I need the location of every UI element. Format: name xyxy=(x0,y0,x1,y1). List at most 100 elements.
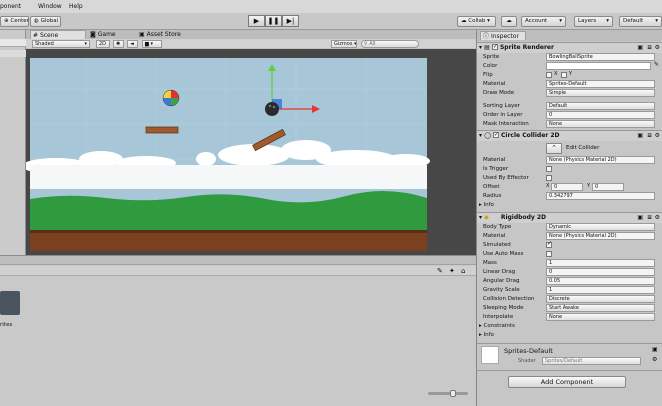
2d-mode-toggle[interactable]: 2D xyxy=(96,40,110,48)
step-button[interactable]: ▶| xyxy=(282,15,299,27)
mass-field[interactable]: 1 xyxy=(546,259,655,267)
collision-detection-dropdown[interactable]: Discrete xyxy=(546,295,655,303)
flip-x-label: X xyxy=(554,71,558,77)
tab-asset-store[interactable]: ▣ Asset Store xyxy=(137,30,197,39)
mask-interaction-dropdown[interactable]: None xyxy=(546,120,655,128)
material-field[interactable]: Sprites-Default xyxy=(546,80,655,88)
gear-icon[interactable]: ⚙ xyxy=(655,213,660,223)
pause-button[interactable]: ❚❚ xyxy=(265,15,282,27)
flip-y-checkbox[interactable] xyxy=(561,72,567,78)
bowling-ball-sprite xyxy=(265,102,279,116)
sprite-renderer-enabled-checkbox[interactable] xyxy=(491,42,498,52)
preset-icon[interactable]: ≡ xyxy=(647,43,652,53)
sprite-renderer-header[interactable]: ▾ ▤ Sprite Renderer ▣ ≡ ⚙ xyxy=(477,42,662,53)
circle-collider-enabled-checkbox[interactable] xyxy=(492,130,499,140)
edit-collider-button[interactable]: ⌃ xyxy=(546,143,562,154)
shader-label: Shader xyxy=(518,358,536,364)
draw-mode-dropdown[interactable]: Simple xyxy=(546,89,655,97)
simulated-checkbox[interactable] xyxy=(546,240,552,248)
collider-material-field[interactable]: None (Physics Material 2D) xyxy=(546,156,655,164)
play-button[interactable]: ▶ xyxy=(248,15,265,27)
dirt-ground xyxy=(30,231,427,251)
constraints-foldout[interactable]: ▸ Constraints xyxy=(479,322,515,330)
collab-button[interactable]: ☁ Collab ▾ xyxy=(457,16,496,27)
pivot-center-button[interactable]: ⊕ Center xyxy=(0,16,29,27)
material-preview-name: Sprites-Default xyxy=(504,347,553,355)
lighting-toggle[interactable]: ✺ xyxy=(113,40,124,48)
order-in-layer-field[interactable]: 0 xyxy=(546,111,655,119)
hierarchy-search[interactable] xyxy=(0,39,26,47)
circle-collider-header[interactable]: ▾ ◯ Circle Collider 2D ▣ ≡ ⚙ xyxy=(477,130,662,141)
gizmos-dropdown[interactable]: Gizmos ▾ xyxy=(331,40,357,48)
rigidbody-header[interactable]: ▾ ◆ Rigidbody 2D ▣ ≡ ⚙ xyxy=(477,212,662,223)
menu-window[interactable]: Window xyxy=(38,3,62,10)
search-icon: ⚲ xyxy=(364,41,368,47)
linear-drag-field[interactable]: 0 xyxy=(546,268,655,276)
sprite-field[interactable]: BowlingBallSprite xyxy=(546,53,655,61)
body-type-dropdown[interactable]: Dynamic xyxy=(546,223,655,231)
shader-dropdown[interactable]: Sprites/Default xyxy=(542,357,641,365)
slider-handle[interactable] xyxy=(450,390,456,397)
gear-icon[interactable]: ⚙ xyxy=(655,131,660,141)
effects-dropdown[interactable]: ▆ ▾ xyxy=(142,40,162,48)
scene-icon: # xyxy=(33,32,39,39)
layout-dropdown[interactable]: Default ▾ xyxy=(619,16,662,27)
account-dropdown[interactable]: Account ▾ xyxy=(521,16,566,27)
rb-material-field[interactable]: None (Physics Material 2D) xyxy=(546,232,655,240)
offset-x-field[interactable]: 0 xyxy=(551,183,583,191)
order-in-layer-label: Order in Layer xyxy=(483,112,523,118)
simulated-label: Simulated xyxy=(483,242,511,248)
book-icon[interactable]: ▣ xyxy=(637,43,643,53)
scene-view[interactable] xyxy=(26,49,476,255)
radius-field[interactable]: 0.342797 xyxy=(546,192,655,200)
flip-x-checkbox[interactable] xyxy=(546,72,552,78)
gear-icon[interactable]: ⚙ xyxy=(655,43,660,53)
layers-dropdown[interactable]: Layers ▾ xyxy=(574,16,613,27)
project-panel: ✎ ✦ ⌂ rites xyxy=(0,255,476,406)
menu-component[interactable]: ponent xyxy=(0,3,21,10)
sprite-label: Sprite xyxy=(483,54,500,60)
tab-scene[interactable]: # Scene xyxy=(30,30,86,39)
is-trigger-checkbox[interactable] xyxy=(546,166,552,172)
menu-help[interactable]: Help xyxy=(69,3,83,10)
tab-inspector[interactable]: ⓘ Inspector xyxy=(480,31,526,40)
pivot-global-button[interactable]: ◍ Global xyxy=(30,16,61,27)
preset-icon[interactable]: ≡ xyxy=(647,213,652,223)
book-icon[interactable]: ▣ xyxy=(652,346,658,353)
collapse-arrow-icon: ▾ xyxy=(479,44,483,51)
used-by-effector-checkbox[interactable] xyxy=(546,175,552,181)
angular-drag-field[interactable]: 0.05 xyxy=(546,277,655,285)
rigidbody-info-foldout[interactable]: ▸ Info xyxy=(479,331,494,339)
gear-icon[interactable]: ⚙ xyxy=(652,356,657,363)
tab-game[interactable]: ◙ Game xyxy=(88,30,132,39)
interpolate-dropdown[interactable]: None xyxy=(546,313,655,321)
lock-icon[interactable]: ⌂ xyxy=(461,267,465,275)
sleeping-mode-dropdown[interactable]: Start Awake xyxy=(546,304,655,312)
gravity-scale-field[interactable]: 1 xyxy=(546,286,655,294)
eyedropper-icon[interactable]: ✎ xyxy=(654,61,659,68)
folder-icon[interactable] xyxy=(0,291,20,315)
scene-search-input[interactable]: ⚲ All xyxy=(361,40,419,48)
book-icon[interactable]: ▣ xyxy=(637,131,643,141)
used-by-effector-label: Used By Effector xyxy=(483,175,529,181)
flip-y-label: Y xyxy=(569,71,573,77)
preset-icon[interactable]: ≡ xyxy=(647,131,652,141)
component-separator xyxy=(477,343,662,344)
star-icon[interactable]: ✦ xyxy=(449,267,455,275)
cloud-button[interactable]: ☁ xyxy=(501,16,517,27)
chevron-down-icon: ▾ xyxy=(606,18,609,24)
sleeping-mode-label: Sleeping Mode xyxy=(483,305,524,311)
book-icon[interactable]: ▣ xyxy=(637,213,643,223)
shading-mode-dropdown[interactable]: Shaded ▾ xyxy=(32,40,90,48)
sorting-layer-dropdown[interactable]: Default xyxy=(546,102,655,110)
audio-toggle[interactable]: ◄ xyxy=(127,40,138,48)
label-icon[interactable]: ✎ xyxy=(437,267,443,275)
thumbnail-size-slider[interactable] xyxy=(428,390,468,397)
offset-y-field[interactable]: 0 xyxy=(592,183,624,191)
sorting-layer-label: Sorting Layer xyxy=(483,103,520,109)
collider-info-foldout[interactable]: ▸ Info xyxy=(479,201,494,209)
hierarchy-row[interactable] xyxy=(0,50,26,57)
add-component-button[interactable]: Add Component xyxy=(508,376,626,388)
color-field[interactable] xyxy=(546,62,651,70)
use-auto-mass-checkbox[interactable] xyxy=(546,251,552,257)
